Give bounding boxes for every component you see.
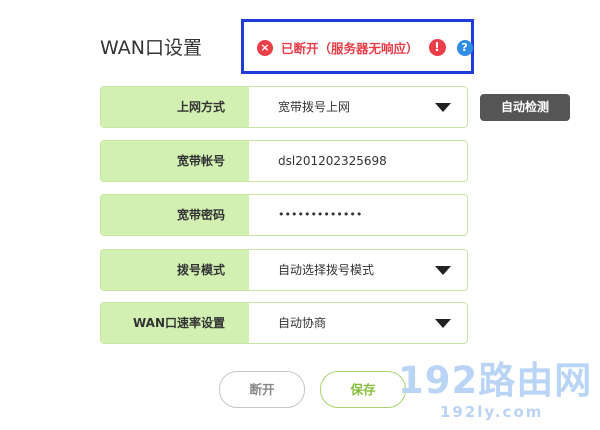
password-row: 宽带密码 ••••••••••••• [100,194,468,236]
chevron-down-icon[interactable] [435,319,451,328]
save-button[interactable]: 保存 [320,371,406,408]
dial-mode-label: 拨号模式 [101,250,249,290]
chevron-down-icon[interactable] [435,266,451,275]
dial-mode-row[interactable]: 拨号模式 自动选择拨号模式 [100,249,468,291]
connection-type-select-value[interactable]: 宽带拨号上网 [278,87,350,127]
dial-mode-select-value[interactable]: 自动选择拨号模式 [278,250,374,290]
watermark-sub: 192ly.com [440,403,544,421]
watermark: 192路由网 192ly.com [398,350,598,430]
error-icon: × [257,39,273,56]
chevron-down-icon[interactable] [435,103,451,112]
password-label: 宽带密码 [101,195,249,235]
account-label: 宽带帐号 [101,141,249,181]
wan-speed-row[interactable]: WAN口速率设置 自动协商 [100,302,468,344]
wan-speed-select-value[interactable]: 自动协商 [278,303,326,343]
help-icon[interactable]: ? [456,39,473,56]
page-title: WAN口设置 [100,37,202,59]
status-line: × 已断开（服务器无响应） ! ? [257,38,473,57]
watermark-main: 192路由网 [398,359,593,402]
account-input[interactable]: dsl201202325698 [278,141,387,181]
account-row: 宽带帐号 dsl201202325698 [100,140,468,182]
wan-speed-label: WAN口速率设置 [101,303,249,343]
password-input[interactable]: ••••••••••••• [278,195,362,235]
connection-status-panel: × 已断开（服务器无响应） ! ? [241,19,474,74]
disconnect-button[interactable]: 断开 [219,371,305,408]
connection-type-row[interactable]: 上网方式 宽带拨号上网 [100,86,468,128]
status-text: 已断开（服务器无响应） [281,41,419,56]
warning-icon[interactable]: ! [428,39,446,56]
connection-type-label: 上网方式 [101,87,249,127]
auto-detect-button[interactable]: 自动检测 [480,94,570,121]
